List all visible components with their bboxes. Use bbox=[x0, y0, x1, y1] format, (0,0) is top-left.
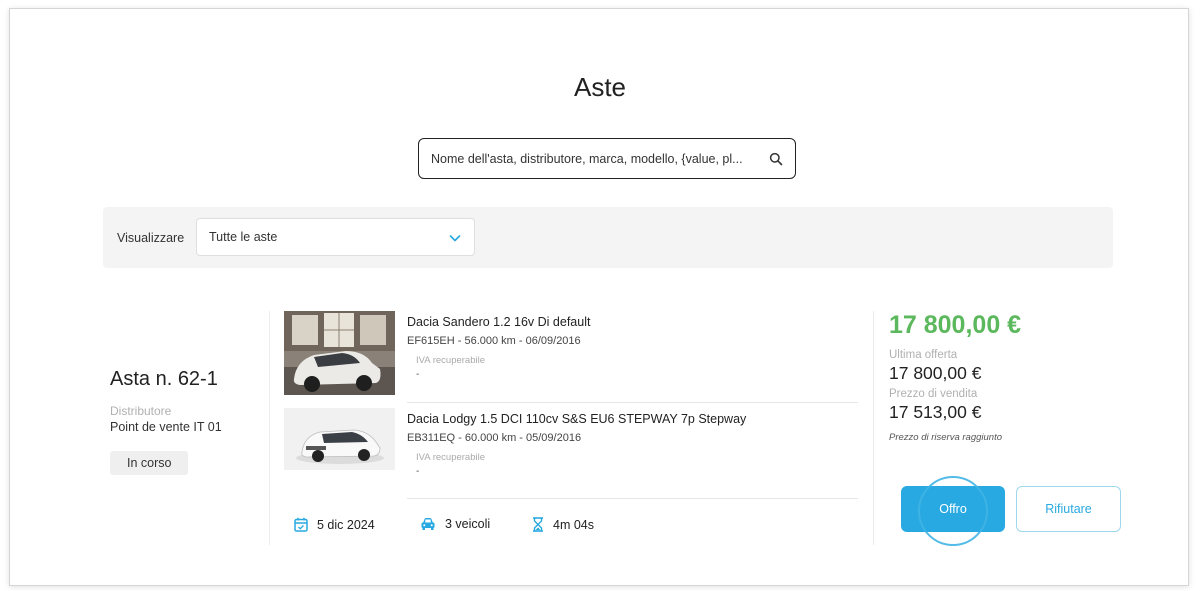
chevron-down-icon bbox=[449, 235, 461, 242]
distributor-label: Distributore bbox=[110, 404, 172, 418]
vat-label: IVA recuperabile bbox=[416, 452, 486, 463]
vehicle-details: EB311EQ - 60.000 km - 05/09/2016 bbox=[407, 432, 582, 444]
auction-filter-value: Tutte le aste bbox=[209, 230, 278, 244]
vehicle-count-value: 3 veicoli bbox=[445, 517, 491, 531]
filter-label: Visualizzare bbox=[117, 231, 185, 245]
auction-name[interactable]: Asta n. 62-1 bbox=[110, 368, 222, 391]
vehicle-count: 3 veicoli bbox=[420, 517, 490, 531]
reserve-note: Prezzo di riserva raggiunto bbox=[889, 432, 1002, 443]
auction-info: Asta n. 62-1 Distributore Point de vente… bbox=[110, 368, 222, 475]
search-input[interactable] bbox=[431, 151, 763, 166]
car-icon bbox=[421, 518, 435, 530]
vehicle-photo[interactable] bbox=[284, 408, 395, 470]
last-offer-label: Ultima offerta bbox=[889, 349, 958, 361]
sale-price-label: Prezzo di vendita bbox=[889, 388, 978, 400]
vehicle-info: Dacia Lodgy 1.5 DCI 110cv S&S EU6 STEPWA… bbox=[407, 412, 857, 477]
offer-button[interactable]: Offro bbox=[901, 476, 1005, 546]
vehicle-info: Dacia Sandero 1.2 16v Di default EF615EH… bbox=[407, 315, 857, 380]
last-offer-value: 17 800,00 € bbox=[889, 363, 982, 383]
vat-value: - bbox=[416, 466, 420, 477]
filter-bar: Visualizzare Tutte le aste bbox=[103, 207, 1113, 268]
vehicle-title[interactable]: Dacia Sandero 1.2 16v Di default bbox=[407, 315, 857, 329]
auction-date-value: 5 dic 2024 bbox=[317, 517, 375, 532]
page-title: Aste bbox=[573, 72, 627, 102]
vat-value: - bbox=[416, 369, 420, 380]
status-badge: In corso bbox=[110, 451, 189, 475]
hourglass-icon bbox=[533, 517, 543, 532]
divider bbox=[269, 311, 270, 545]
time-left-value: 4m 04s bbox=[553, 517, 594, 532]
distributor-name: Point de vente IT 01 bbox=[110, 420, 222, 434]
vehicle-title[interactable]: Dacia Lodgy 1.5 DCI 110cv S&S EU6 STEPWA… bbox=[407, 412, 857, 426]
time-left: 4m 04s bbox=[532, 517, 594, 532]
pricing-panel: 17 800,00 € Ultima offerta 17 800,00 € P… bbox=[889, 311, 1021, 443]
vehicle-details: EF615EH - 56.000 km - 06/09/2016 bbox=[407, 335, 581, 347]
current-offer: 17 800,00 € bbox=[889, 311, 1022, 339]
row-divider bbox=[407, 498, 858, 499]
calendar-icon bbox=[294, 517, 308, 532]
vehicle-photo[interactable] bbox=[284, 311, 395, 395]
refuse-button[interactable]: Rifiutare bbox=[1016, 486, 1121, 532]
search-icon[interactable] bbox=[769, 152, 783, 166]
offer-button-label: Offro bbox=[939, 502, 967, 516]
row-divider bbox=[407, 402, 858, 403]
divider bbox=[873, 311, 874, 545]
vat-label: IVA recuperabile bbox=[416, 355, 486, 366]
search-box[interactable] bbox=[418, 138, 796, 179]
auction-filter-select[interactable]: Tutte le aste bbox=[196, 218, 475, 256]
auction-date: 5 dic 2024 bbox=[294, 517, 375, 532]
sale-price-value: 17 513,00 € bbox=[889, 402, 982, 422]
